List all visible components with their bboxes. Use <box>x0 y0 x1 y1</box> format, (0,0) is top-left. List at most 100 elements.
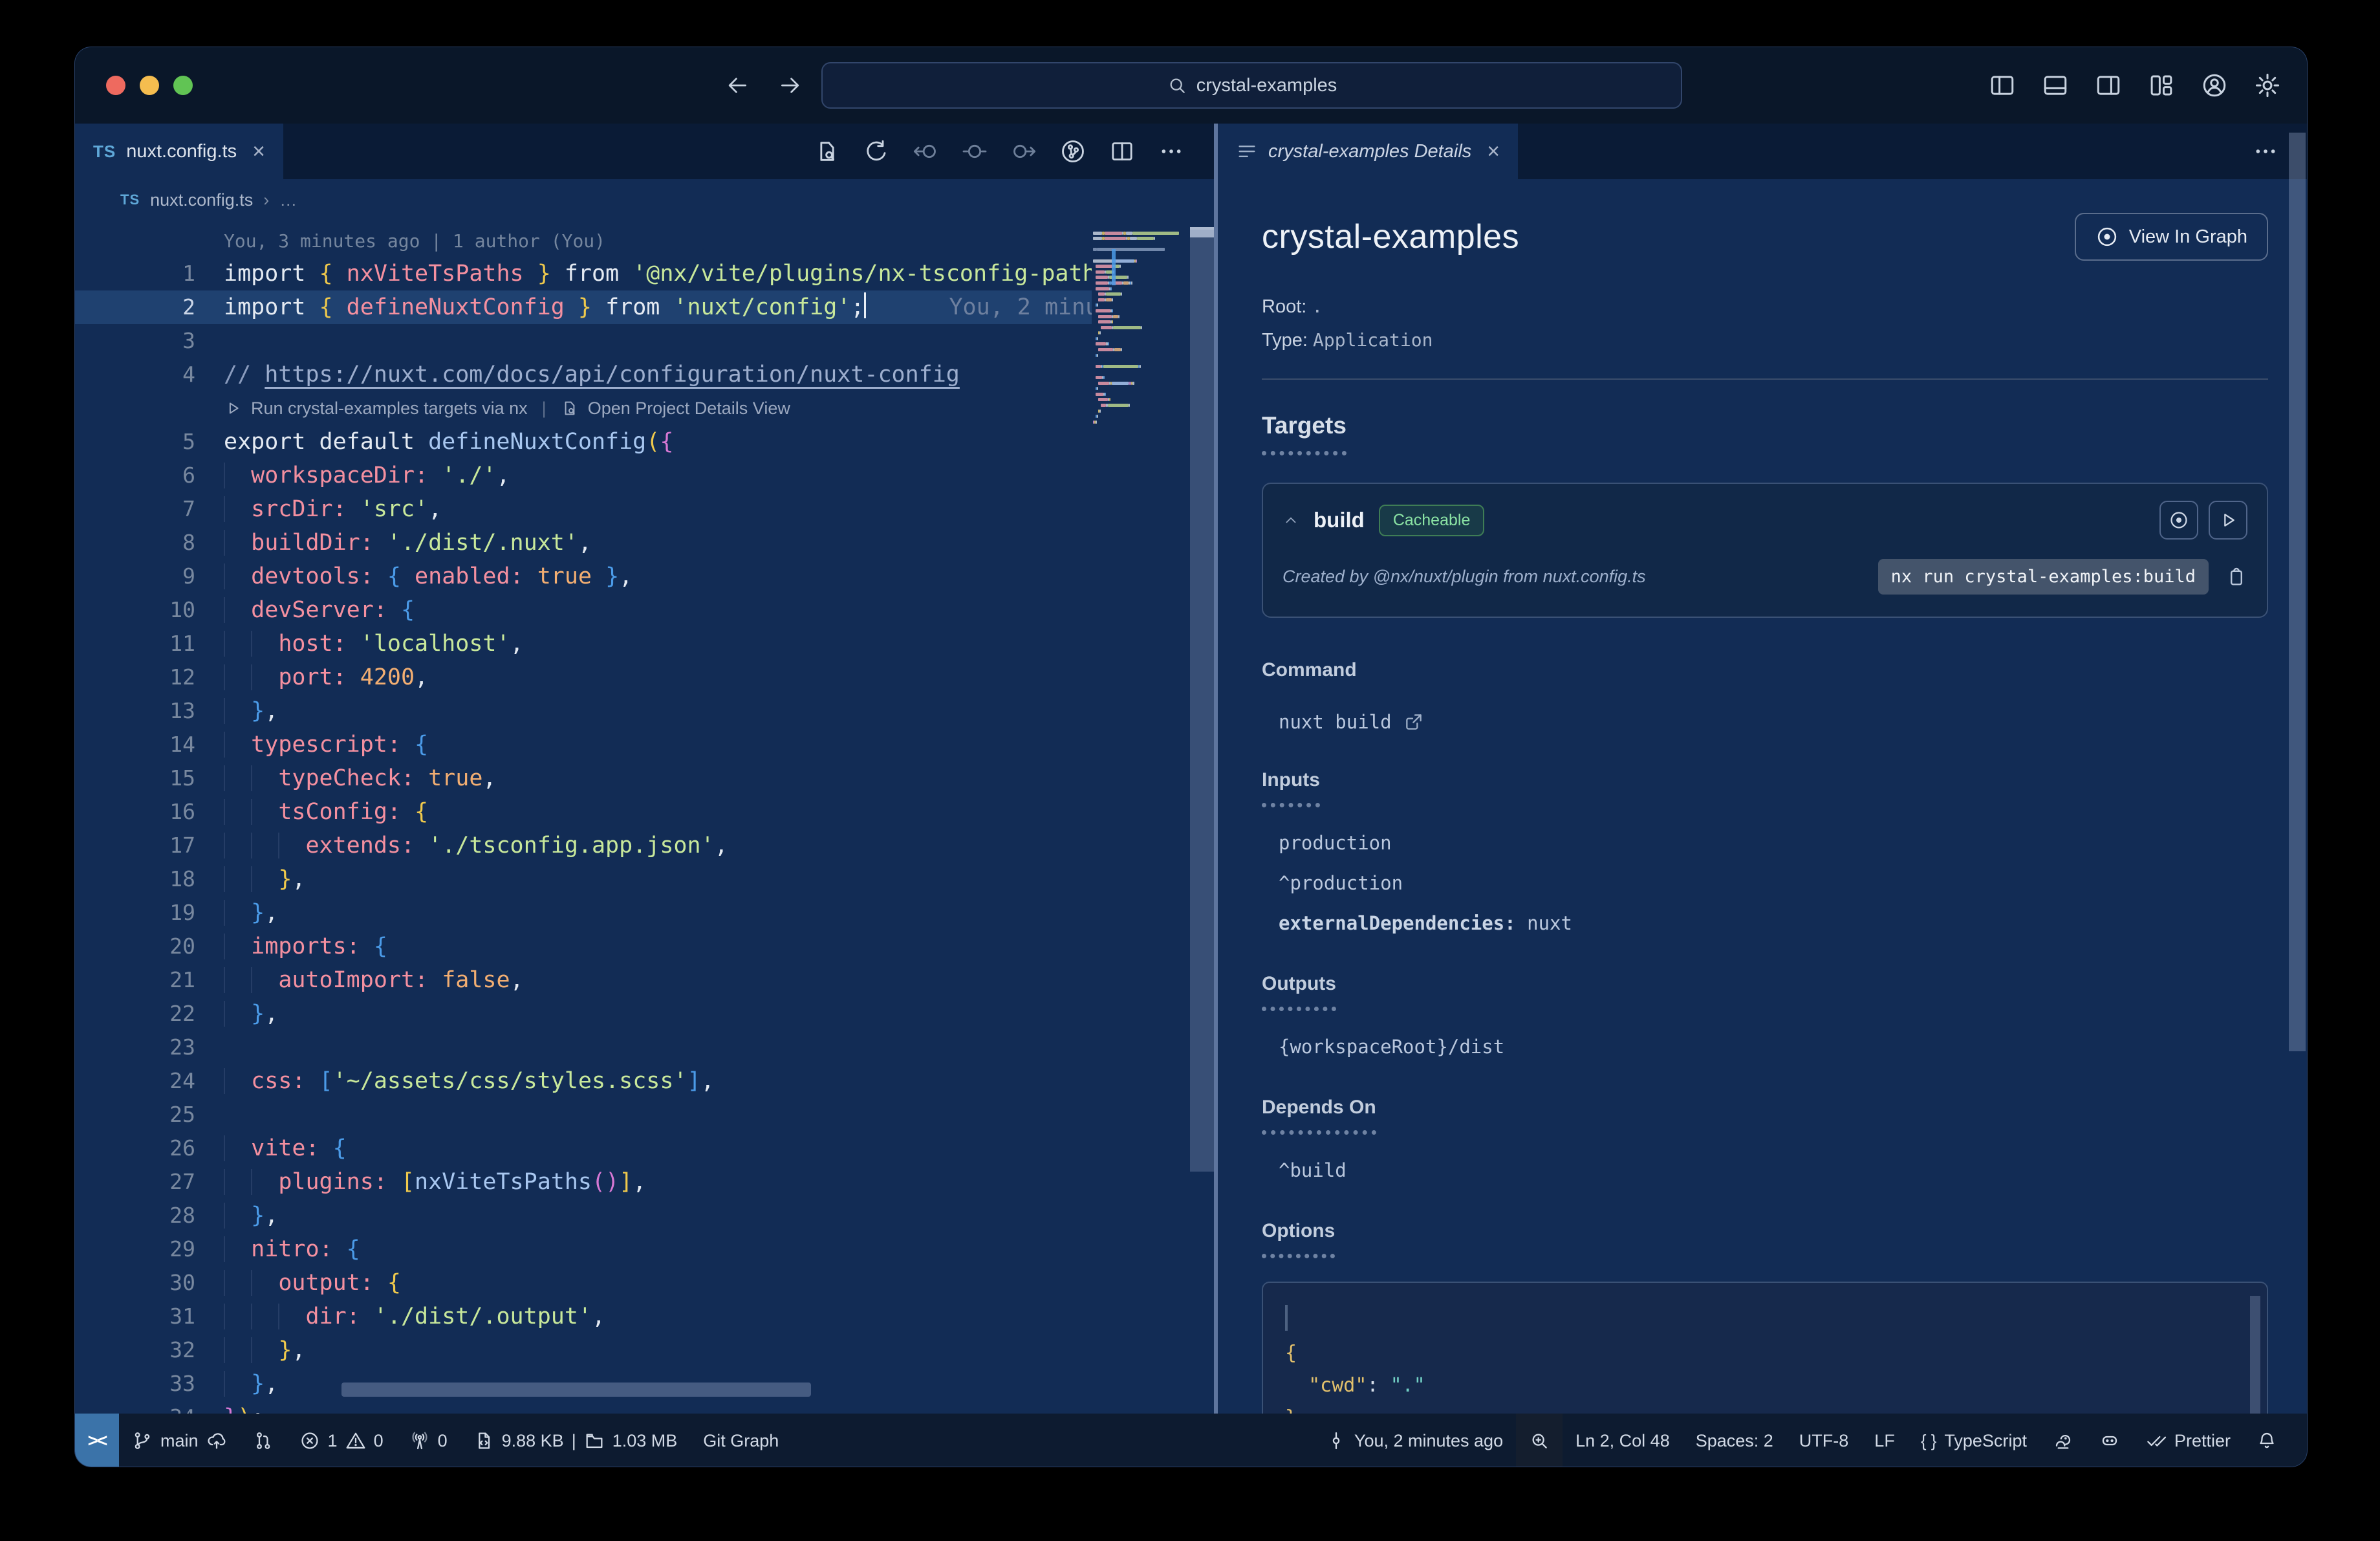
code-line[interactable]: 20 imports: { <box>75 930 1092 963</box>
status-ports[interactable]: 0 <box>396 1414 460 1467</box>
status-encoding[interactable]: UTF-8 <box>1786 1414 1862 1467</box>
code-line[interactable]: 1 import { nxViteTsPaths } from '@nx/vite… <box>75 257 1092 290</box>
status-eol[interactable]: LF <box>1861 1414 1908 1467</box>
status-zoom-status[interactable] <box>1516 1414 1563 1467</box>
status-cursor-position[interactable]: Ln 2, Col 48 <box>1563 1414 1683 1467</box>
status-notifications[interactable] <box>2244 1414 2290 1467</box>
code-editor[interactable]: You, 3 minutes ago | 1 author (You) 1 impo… <box>75 221 1214 1414</box>
code-line[interactable]: 21 autoImport: false, <box>75 963 1092 997</box>
account-icon[interactable] <box>2201 72 2228 99</box>
close-tab-icon[interactable]: × <box>1487 139 1500 164</box>
status-remote-indicator[interactable]: >< <box>75 1414 119 1467</box>
target-play-button[interactable] <box>2209 501 2247 540</box>
code-line[interactable]: 5 export default defineNuxtConfig({ <box>75 425 1092 459</box>
file-search-icon[interactable] <box>814 138 840 164</box>
code-line[interactable]: 12 port: 4200, <box>75 661 1092 694</box>
command-center-search[interactable]: crystal-examples <box>821 62 1682 109</box>
change-icon[interactable] <box>962 138 988 164</box>
target-eye-button[interactable] <box>2159 501 2198 540</box>
code-line[interactable]: 27 plugins: [nxViteTsPaths()], <box>75 1165 1092 1199</box>
history-circle-icon[interactable] <box>1060 138 1086 164</box>
code-line[interactable]: 8 buildDir: './dist/.nuxt', <box>75 526 1092 560</box>
target-name[interactable]: build <box>1314 508 1365 532</box>
status-language-mode[interactable]: { } TypeScript <box>1908 1414 2040 1467</box>
panel-scrollbar[interactable] <box>2289 133 2306 1051</box>
layout-sidebar-left-icon[interactable] <box>1989 72 2016 99</box>
line-number: 30 <box>169 1270 195 1295</box>
layout-sidebar-right-icon[interactable] <box>2095 72 2122 99</box>
status-indentation[interactable]: Spaces: 2 <box>1683 1414 1786 1467</box>
comment-url-link[interactable]: https://nuxt.com/docs/api/configuration/… <box>265 362 960 388</box>
code-line[interactable]: 22 }, <box>75 997 1092 1031</box>
options-code-block[interactable]: { "cwd": "."} <box>1262 1282 2268 1414</box>
status-extension-squirrel[interactable] <box>2040 1414 2086 1467</box>
ellipsis-icon[interactable] <box>1158 138 1184 164</box>
status-git-compare[interactable] <box>240 1414 287 1467</box>
code-line[interactable]: 23 <box>75 1031 1092 1064</box>
code-line[interactable]: 7 srcDir: 'src', <box>75 492 1092 526</box>
line-number: 5 <box>182 429 195 454</box>
code-line[interactable]: 28 }, <box>75 1199 1092 1232</box>
code-line[interactable]: 25 <box>75 1098 1092 1131</box>
breadcrumb-symbol[interactable]: … <box>279 190 297 210</box>
code-line[interactable]: 14 typescript: { <box>75 728 1092 761</box>
codelens-run-link[interactable]: Run crystal-examples targets via nx <box>251 391 528 425</box>
code-line[interactable]: 18 }, <box>75 862 1092 896</box>
status-prettier[interactable]: Prettier <box>2133 1414 2244 1467</box>
status-file-size[interactable]: 9.88 KB | 1.03 MB <box>460 1414 691 1467</box>
vertical-scrollbar[interactable] <box>1190 230 1214 1172</box>
code-line[interactable]: 19 }, <box>75 896 1092 930</box>
zoom-window-button[interactable] <box>173 76 193 95</box>
view-in-graph-button[interactable]: View In Graph <box>2074 213 2268 261</box>
breadcrumb-file[interactable]: nuxt.config.ts <box>150 190 253 210</box>
minimap[interactable] <box>1092 221 1190 1414</box>
code-line[interactable]: 4// https://nuxt.com/docs/api/configurat… <box>75 358 1092 391</box>
code-line[interactable]: 2 import { defineNuxtConfig } from 'nuxt/… <box>75 290 1092 324</box>
code-line[interactable]: 26 vite: { <box>75 1131 1092 1165</box>
close-window-button[interactable] <box>106 76 125 95</box>
horizontal-scrollbar[interactable] <box>341 1383 811 1397</box>
options-scrollbar[interactable] <box>2250 1296 2260 1414</box>
file-icon <box>473 1430 494 1451</box>
code-line[interactable]: 32 }, <box>75 1333 1092 1367</box>
code-line[interactable]: 9 devtools: { enabled: true }, <box>75 560 1092 593</box>
prev-change-icon[interactable] <box>913 138 938 164</box>
arrow-right-icon[interactable] <box>778 73 803 98</box>
gear-icon[interactable] <box>2254 72 2281 99</box>
tab-nuxt-config[interactable]: TS nuxt.config.ts × <box>75 124 283 179</box>
status-line-blame[interactable]: You, 2 minutes ago <box>1313 1414 1516 1467</box>
chevron-up-icon[interactable] <box>1282 512 1299 529</box>
history-navigation <box>725 47 803 124</box>
code-line[interactable]: 3 <box>75 324 1092 358</box>
close-tab-icon[interactable]: × <box>252 139 265 164</box>
command-value-row[interactable]: nuxt build <box>1279 711 2268 733</box>
split-editor-icon[interactable] <box>1109 138 1135 164</box>
status-copilot[interactable] <box>2086 1414 2133 1467</box>
arrow-left-icon[interactable] <box>725 73 750 98</box>
panel-more-actions[interactable] <box>2253 124 2278 179</box>
tab-project-details[interactable]: crystal-examples Details × <box>1218 124 1519 179</box>
code-line[interactable]: 30 output: { <box>75 1266 1092 1300</box>
code-line[interactable]: 10 devServer: { <box>75 593 1092 627</box>
code-line[interactable]: 16 tsConfig: { <box>75 795 1092 829</box>
layout-grid-icon[interactable] <box>2148 72 2175 99</box>
code-line[interactable]: 24 css: ['~/assets/css/styles.scss'], <box>75 1064 1092 1098</box>
code-line[interactable]: 31 dir: './dist/.output', <box>75 1300 1092 1333</box>
code-line[interactable]: 11 host: 'localhost', <box>75 627 1092 661</box>
code-line[interactable]: 34}); <box>75 1401 1092 1414</box>
code-line[interactable]: 17 extends: './tsconfig.app.json', <box>75 829 1092 862</box>
status-problems[interactable]: 10 <box>287 1414 396 1467</box>
status-git-branch[interactable]: main <box>119 1414 240 1467</box>
code-line[interactable]: 29 nitro: { <box>75 1232 1092 1266</box>
codelens-open-details-link[interactable]: Open Project Details View <box>588 391 790 425</box>
breadcrumb[interactable]: TS nuxt.config.ts › … <box>75 179 1214 221</box>
refresh-icon[interactable] <box>863 138 889 164</box>
copy-icon[interactable] <box>2225 566 2247 588</box>
code-line[interactable]: 15 typeCheck: true, <box>75 761 1092 795</box>
next-change-icon[interactable] <box>1011 138 1037 164</box>
code-line[interactable]: 6 workspaceDir: './', <box>75 459 1092 492</box>
status-git-graph[interactable]: Git Graph <box>690 1414 792 1467</box>
code-line[interactable]: 13 }, <box>75 694 1092 728</box>
minimize-window-button[interactable] <box>140 76 159 95</box>
layout-panel-icon[interactable] <box>2042 72 2069 99</box>
